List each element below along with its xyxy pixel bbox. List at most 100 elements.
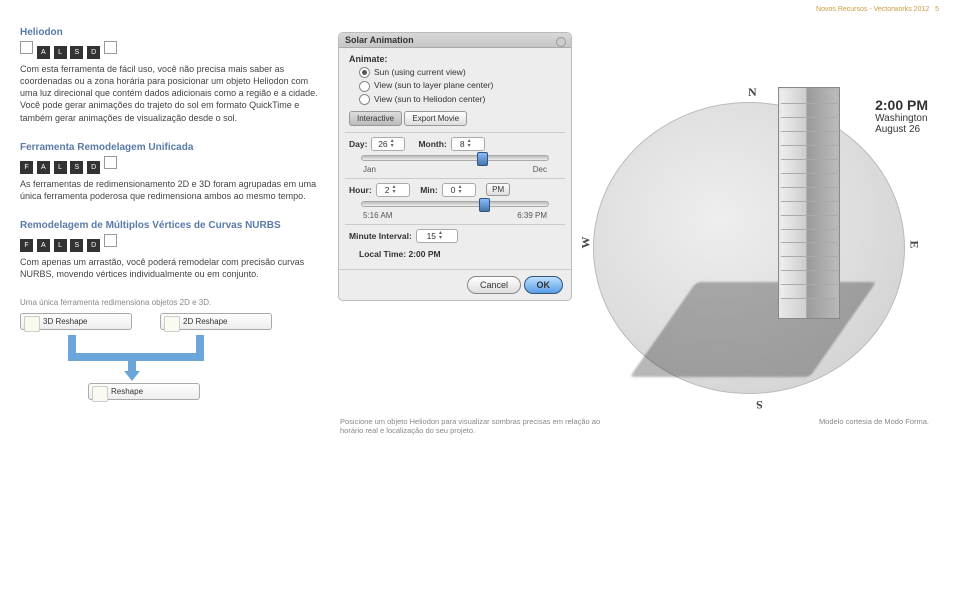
badge: D bbox=[87, 161, 100, 174]
radio-label: Sun (using current view) bbox=[374, 67, 466, 77]
compass-n: N bbox=[748, 85, 757, 100]
divider bbox=[345, 178, 565, 179]
stepper-arrows-icon bbox=[468, 139, 476, 149]
cancel-button[interactable]: Cancel bbox=[467, 276, 521, 294]
hour-stepper[interactable]: 2 bbox=[376, 183, 410, 197]
panel-close-icon[interactable] bbox=[556, 37, 566, 47]
heliodon-title: Heliodon bbox=[20, 27, 320, 38]
panel-title-text: Solar Animation bbox=[345, 35, 414, 45]
page-header: Novos Recursos - Vectorworks 2012 5 bbox=[0, 0, 959, 15]
reshape-title: Ferramenta Remodelagem Unificada bbox=[20, 142, 320, 153]
compass-w: W bbox=[579, 237, 594, 249]
interval-label: Minute Interval: bbox=[349, 231, 412, 241]
radio-icon bbox=[359, 94, 370, 105]
divider bbox=[345, 224, 565, 225]
tab-interactive[interactable]: Interactive bbox=[349, 111, 402, 126]
stepper-arrows-icon bbox=[439, 231, 447, 241]
interval-stepper[interactable]: 15 bbox=[416, 229, 458, 243]
badge: L bbox=[54, 161, 67, 174]
hour-min: 5:16 AM bbox=[363, 211, 392, 220]
badge: A bbox=[37, 161, 50, 174]
reshape-merged-box: Reshape bbox=[88, 383, 200, 400]
ampm-toggle[interactable]: PM bbox=[486, 183, 510, 196]
tab-export[interactable]: Export Movie bbox=[404, 111, 467, 126]
radio-sun[interactable]: Sun (using current view) bbox=[359, 67, 561, 78]
interval-value: 15 bbox=[427, 231, 436, 241]
reshape-diagram: 3D Reshape 2D Reshape Reshape bbox=[20, 313, 320, 403]
reshape-merged-label: Reshape bbox=[111, 387, 143, 396]
arrow bbox=[128, 353, 136, 373]
radio-label: View (sun to Heliodon center) bbox=[374, 94, 485, 104]
slider-thumb[interactable] bbox=[477, 152, 488, 166]
badge: S bbox=[70, 46, 83, 59]
arrow-head-icon bbox=[124, 371, 140, 381]
hour-slider[interactable] bbox=[361, 201, 549, 207]
reshape-badges: F A L S D bbox=[20, 156, 320, 174]
reshape-2d-box: 2D Reshape bbox=[160, 313, 272, 330]
badge: F bbox=[20, 239, 33, 252]
month-max: Dec bbox=[533, 165, 547, 174]
reshape-2d-label: 2D Reshape bbox=[183, 317, 227, 326]
month-min: Jan bbox=[363, 165, 376, 174]
month-value: 8 bbox=[460, 139, 465, 149]
min-value: 0 bbox=[451, 185, 456, 195]
badge: A bbox=[37, 46, 50, 59]
badge: D bbox=[87, 46, 100, 59]
badge: A bbox=[37, 239, 50, 252]
reshape-3d-box: 3D Reshape bbox=[20, 313, 132, 330]
compass-e: E bbox=[907, 240, 922, 248]
day-value: 26 bbox=[378, 139, 387, 149]
badge: D bbox=[87, 239, 100, 252]
arrow bbox=[68, 353, 204, 361]
doc-title: Novos Recursos - Vectorworks 2012 bbox=[816, 6, 929, 13]
day-stepper[interactable]: 26 bbox=[371, 137, 405, 151]
hour-value: 2 bbox=[385, 185, 390, 195]
badge: F bbox=[20, 161, 33, 174]
stepper-arrows-icon bbox=[391, 139, 399, 149]
min-label: Min: bbox=[420, 185, 437, 195]
stepper-arrows-icon bbox=[393, 185, 401, 195]
badge: S bbox=[70, 239, 83, 252]
reshape-icon bbox=[92, 386, 108, 402]
badge: L bbox=[54, 239, 67, 252]
day-label: Day: bbox=[349, 139, 367, 149]
month-stepper[interactable]: 8 bbox=[451, 137, 485, 151]
radio-label: View (sun to layer plane center) bbox=[374, 80, 493, 90]
building bbox=[778, 87, 850, 327]
scene-time: 2:00 PM bbox=[875, 97, 928, 113]
heliodon-badges: A L S D bbox=[20, 41, 320, 59]
reshape-icon bbox=[24, 316, 40, 332]
badge bbox=[104, 156, 117, 169]
panel-title: Solar Animation bbox=[339, 33, 571, 48]
right-column: Solar Animation Animate: Sun (using curr… bbox=[338, 27, 939, 403]
scene-time-label: 2:00 PM Washington August 26 bbox=[875, 97, 928, 135]
month-label: Month: bbox=[418, 139, 446, 149]
arrow bbox=[68, 335, 76, 353]
local-value: 2:00 PM bbox=[408, 249, 440, 259]
badge bbox=[20, 41, 33, 54]
reshape-text: As ferramentas de redimensionamento 2D e… bbox=[20, 178, 320, 202]
stepper-arrows-icon bbox=[459, 185, 467, 195]
radio-view-layer[interactable]: View (sun to layer plane center) bbox=[359, 80, 561, 91]
animate-label: Animate: bbox=[349, 54, 561, 64]
ok-button[interactable]: OK bbox=[524, 276, 564, 294]
local-label: Local Time: bbox=[359, 249, 406, 259]
nurbs-title: Remodelagem de Múltiplos Vértices de Cur… bbox=[20, 220, 320, 231]
badge: L bbox=[54, 46, 67, 59]
radio-view-heliodon[interactable]: View (sun to Heliodon center) bbox=[359, 94, 561, 105]
reshape-icon bbox=[164, 316, 180, 332]
scene-date: August 26 bbox=[875, 124, 928, 135]
min-stepper[interactable]: 0 bbox=[442, 183, 476, 197]
hour-max: 6:39 PM bbox=[517, 211, 547, 220]
tabs: Interactive Export Movie bbox=[349, 111, 561, 126]
slider-thumb[interactable] bbox=[479, 198, 490, 212]
local-time: Local Time: 2:00 PM bbox=[359, 249, 561, 259]
badge bbox=[104, 41, 117, 54]
hour-label: Hour: bbox=[349, 185, 372, 195]
month-slider[interactable] bbox=[361, 155, 549, 161]
reshape-caption: Uma única ferramenta redimensiona objeto… bbox=[20, 298, 320, 307]
badge: S bbox=[70, 161, 83, 174]
scene-city: Washington bbox=[875, 113, 928, 124]
radio-icon bbox=[359, 67, 370, 78]
arrow bbox=[196, 335, 204, 361]
